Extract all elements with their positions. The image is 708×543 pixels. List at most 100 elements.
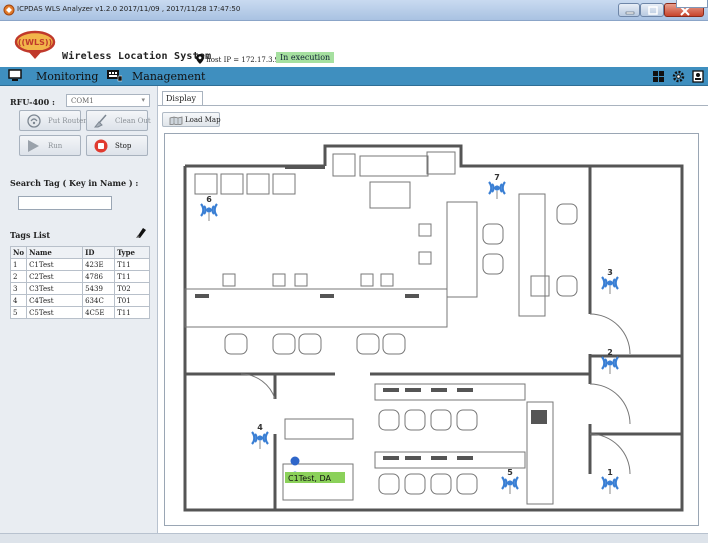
maximize-icon: [648, 6, 658, 15]
wifi-wave-icon: [501, 181, 506, 195]
host-ip-text: host IP = 172.17.3.93: [206, 56, 284, 64]
routers-layer: 1 2 3 4 5 6 7: [200, 173, 619, 494]
router-icon: [27, 114, 41, 128]
menu-monitoring-label: Monitoring: [36, 70, 99, 83]
com-port-select[interactable]: COM1 ▾: [66, 94, 150, 107]
router-dot: [607, 360, 613, 366]
wifi-wave-icon: [601, 356, 606, 370]
floor-plan-drawing: 1 2 3 4 5 6 7 C1Test, DA: [183, 144, 684, 512]
router-marker[interactable]: 3: [601, 268, 619, 294]
table-row[interactable]: 1 C1Test 423E T11: [9, 258, 150, 271]
tags-col-id: ID: [82, 246, 116, 259]
router-dot: [507, 480, 513, 486]
maximize-button[interactable]: [640, 3, 664, 17]
router-marker[interactable]: 6: [200, 195, 218, 221]
tags-header-row: No Name ID Type: [9, 246, 150, 259]
clean-out-label: Clean Out: [115, 117, 151, 125]
wifi-wave-icon: [614, 356, 619, 370]
floor-plan[interactable]: 1 2 3 4 5 6 7 C1Test, DA: [164, 133, 699, 526]
eraser-icon[interactable]: [134, 226, 147, 239]
router-marker[interactable]: 7: [488, 173, 506, 199]
tag-name: C4Test: [26, 294, 84, 307]
wifi-wave-icon: [200, 203, 205, 217]
tag-no: 4: [9, 294, 28, 307]
tag-label: C1Test, DA: [288, 474, 332, 483]
menu-monitoring[interactable]: Monitoring: [8, 69, 98, 84]
stop-button[interactable]: Stop: [86, 135, 148, 156]
table-row[interactable]: 4 C4Test 634C T01: [9, 294, 150, 307]
location-pin-icon: [196, 54, 204, 64]
put-router-label: Put Router: [48, 117, 87, 125]
tag-id: 423E: [82, 258, 116, 271]
brand-title: Wireless Location System: [62, 51, 212, 62]
menu-bar: Monitoring Management: [0, 67, 708, 86]
router-marker[interactable]: 4: [251, 423, 269, 449]
title-bar: ICPDAS WLS Analyzer v1.2.0 2017/11/09 , …: [0, 0, 708, 21]
content-area: Display Load Map 1 2 3 4 5 6 7 C1Test, D…: [158, 86, 708, 533]
tag-name: C1Test: [26, 258, 84, 271]
chevron-down-icon: ▾: [141, 96, 145, 104]
tag-id: 634C: [82, 294, 116, 307]
execution-status-badge: In execution: [276, 52, 335, 63]
broom-icon: [93, 114, 107, 128]
com-port-value: COM1: [71, 97, 94, 105]
run-button[interactable]: Run: [19, 135, 81, 156]
router-dot: [206, 207, 212, 213]
stop-icon: [94, 139, 108, 153]
load-map-label: Load Map: [185, 116, 221, 124]
table-row[interactable]: 3 C3Test 5439 T02: [9, 282, 150, 295]
gear-icon[interactable]: [672, 70, 685, 83]
router-marker[interactable]: 1: [601, 468, 619, 494]
wifi-wave-icon: [501, 476, 506, 490]
tags-list-title: Tags List: [10, 230, 51, 240]
router-dot: [257, 435, 263, 441]
wifi-wave-icon: [601, 476, 606, 490]
router-dot: [607, 280, 613, 286]
tag-no: 2: [9, 270, 28, 283]
tag-id: 4786: [82, 270, 116, 283]
router-label: 2: [607, 348, 613, 357]
tag-type: T11: [114, 270, 150, 283]
tag-name: C2Test: [26, 270, 84, 283]
tags-col-no: No: [9, 246, 28, 259]
router-dot: [494, 185, 500, 191]
router-marker[interactable]: 5: [501, 468, 519, 494]
left-panel: RFU-400 : COM1 ▾ Put Router Clean Out Ru…: [0, 86, 158, 533]
minimize-button[interactable]: [618, 3, 640, 17]
router-dot: [607, 480, 613, 486]
router-label: 5: [507, 468, 513, 477]
router-marker[interactable]: 2: [601, 348, 619, 374]
tag-no: 5: [9, 306, 28, 319]
tag-name: C3Test: [26, 282, 84, 295]
router-label: 7: [494, 173, 500, 182]
tag-no: 3: [9, 282, 28, 295]
tag-id: 4C5E: [82, 306, 116, 319]
rfu-label: RFU-400 :: [10, 97, 55, 107]
tag-id: 5439: [82, 282, 116, 295]
tag-type: T11: [114, 306, 150, 319]
wifi-wave-icon: [601, 276, 606, 290]
search-tag-input[interactable]: [18, 196, 112, 210]
tags-col-name: Name: [26, 246, 84, 259]
app-icon: [3, 4, 15, 16]
host-ip: host IP = 172.17.3.93: [196, 54, 284, 64]
wifi-wave-icon: [213, 203, 218, 217]
table-row[interactable]: 2 C2Test 4786 T11: [9, 270, 150, 283]
wifi-wave-icon: [264, 431, 269, 445]
load-map-button[interactable]: Load Map: [162, 112, 221, 127]
wifi-wave-icon: [251, 431, 256, 445]
grid-icon[interactable]: [652, 70, 665, 83]
table-row[interactable]: 5 C5Test 4C5E T11: [9, 306, 150, 319]
wifi-wave-icon: [614, 276, 619, 290]
tags-col-type: Type: [114, 246, 150, 259]
search-tag-label: Search Tag ( Key in Name ) :: [10, 178, 139, 188]
tag-marker[interactable]: C1Test, DA: [285, 456, 345, 484]
router-label: 1: [607, 468, 613, 477]
put-router-button[interactable]: Put Router: [19, 110, 87, 131]
clean-out-button[interactable]: Clean Out: [86, 110, 151, 131]
menu-management-label: Management: [132, 70, 206, 83]
run-label: Run: [48, 142, 63, 150]
user-icon[interactable]: [692, 70, 705, 83]
menu-management[interactable]: Management: [107, 69, 206, 84]
tab-display[interactable]: Display: [162, 91, 203, 105]
